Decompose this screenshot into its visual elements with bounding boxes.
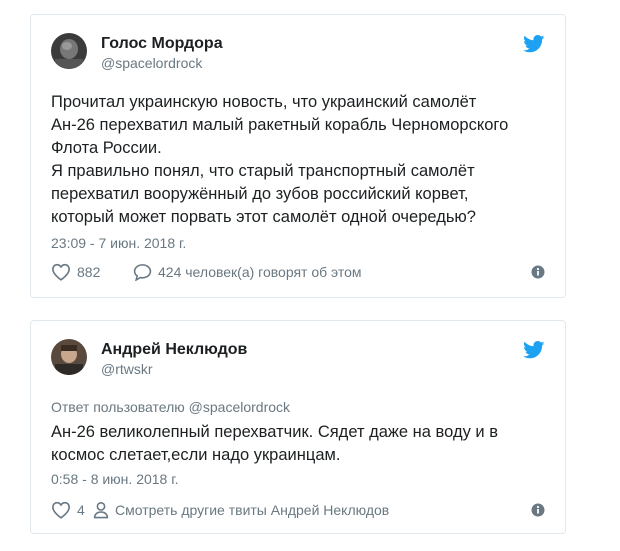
- like-button[interactable]: 4: [51, 501, 85, 519]
- conversation-text: 424 человек(а) говорят об этом: [158, 264, 362, 280]
- more-tweets-link[interactable]: Смотреть другие твиты Андрей Неклюдов: [93, 501, 389, 519]
- tweet-text-line: Ан-26 перехватил малый ракетный корабль …: [51, 116, 509, 134]
- speech-bubble-icon: [133, 264, 152, 281]
- author-name[interactable]: Андрей Неклюдов: [101, 341, 247, 359]
- tweet-card: Голос Мордора @spacelordrock Прочитал ук…: [30, 14, 566, 298]
- tweet-text-line: который может порвать этот самолёт одной…: [51, 208, 476, 226]
- twitter-bird-icon[interactable]: [523, 35, 545, 53]
- conversation-button[interactable]: 424 человек(а) говорят об этом: [133, 263, 362, 281]
- timestamp[interactable]: 23:09 - 7 июн. 2018 г.: [51, 235, 186, 251]
- tweet-actions: 4 Смотреть другие твиты Андрей Неклюдов: [51, 501, 545, 521]
- reply-to-text[interactable]: Ответ пользователю @spacelordrock: [51, 399, 290, 415]
- tweet-text-line: перехватил вооружённый до зубов российск…: [51, 185, 469, 203]
- tweet-actions: 882 424 человек(а) говорят об этом: [51, 263, 545, 283]
- person-icon: [93, 502, 109, 519]
- heart-icon: [51, 263, 71, 281]
- tweet-text: Прочитал украинскую новость, что украинс…: [51, 91, 549, 229]
- info-icon[interactable]: [531, 265, 545, 279]
- more-tweets-text: Смотреть другие твиты Андрей Неклюдов: [115, 502, 390, 518]
- twitter-bird-icon[interactable]: [523, 341, 545, 359]
- like-button[interactable]: 882: [51, 263, 100, 281]
- tweet-text-line: Ан-26 великолепный перехватчик. Сядет да…: [51, 423, 498, 441]
- author-name[interactable]: Голос Мордора: [101, 35, 223, 53]
- tweet-card: Андрей Неклюдов @rtwskr Ответ пользовате…: [30, 320, 566, 534]
- tweet-text-line: космос слетает,если надо украинцам.: [51, 446, 341, 464]
- author-handle[interactable]: @rtwskr: [101, 361, 153, 377]
- tweet-text-line: Я правильно понял, что старый транспортн…: [51, 162, 475, 180]
- tweet-text-line: Прочитал украинскую новость, что украинс…: [51, 93, 477, 111]
- avatar[interactable]: [51, 339, 87, 375]
- like-count: 4: [77, 502, 85, 518]
- info-icon[interactable]: [531, 503, 545, 517]
- author-handle[interactable]: @spacelordrock: [101, 55, 202, 71]
- tweet-text-line: Флота России.: [51, 139, 162, 157]
- avatar[interactable]: [51, 33, 87, 69]
- heart-icon: [51, 501, 71, 519]
- timestamp[interactable]: 0:58 - 8 июн. 2018 г.: [51, 471, 179, 487]
- like-count: 882: [77, 264, 101, 280]
- tweet-text: Ан-26 великолепный перехватчик. Сядет да…: [51, 421, 549, 467]
